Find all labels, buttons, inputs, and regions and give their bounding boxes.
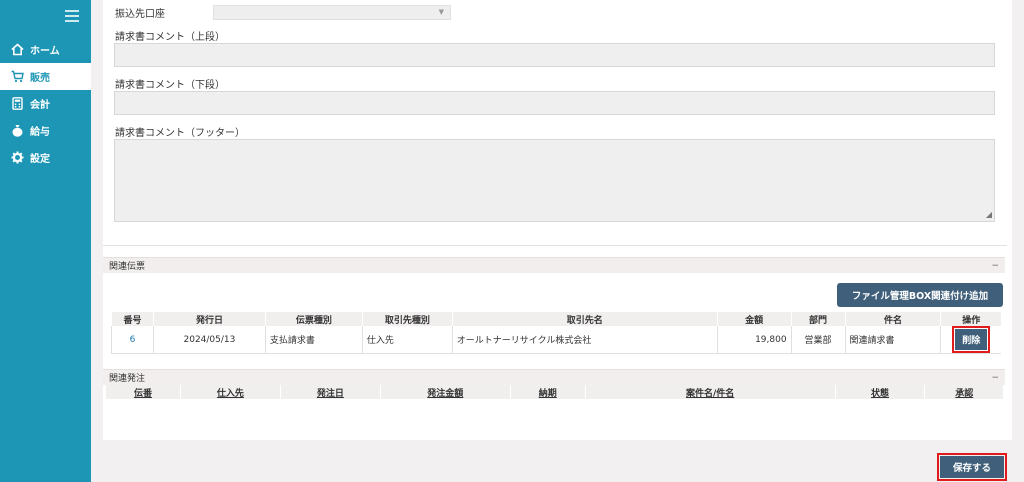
sidebar-item-label: ホーム (30, 46, 60, 57)
subject: 関連請求書 (844, 326, 941, 354)
content-panel: 振込先口座 ▼ 請求書コメント（上段） 請求書コメント（下段） 請求書コメント（… (103, 0, 1012, 440)
bank-account-row: 振込先口座 ▼ (115, 5, 451, 20)
comment-bottom-label: 請求書コメント（下段） (115, 80, 225, 91)
related-slips-header: 関連伝票 − (103, 257, 1005, 273)
comment-footer-textarea[interactable]: ◢ (114, 139, 995, 222)
column-header: 取引先名 (451, 312, 718, 326)
column-header: 金額 (716, 312, 792, 326)
related-orders-title: 関連発注 (109, 374, 146, 384)
table-header-row: 伝番 仕入先 発注日 発注金額 納期 案件名/件名 状態 承認 (105, 385, 1003, 399)
bank-account-select[interactable]: ▼ (213, 5, 451, 20)
resize-handle-icon[interactable]: ◢ (986, 210, 992, 219)
sidebar-item-sales[interactable]: 販売 (0, 63, 91, 90)
cart-icon (10, 70, 24, 84)
column-header: 部門 (790, 312, 846, 326)
sortable-column-header[interactable]: 納期 (509, 385, 586, 399)
related-orders-panel: 関連発注 − 伝番 仕入先 発注日 発注金額 納期 案件名/件名 状態 承認 (103, 369, 1005, 413)
amount: 19,800 (716, 326, 792, 354)
money-bag-icon (10, 124, 24, 138)
slip-type: 支払請求書 (264, 326, 363, 354)
column-header: 件名 (844, 312, 941, 326)
main-area: 振込先口座 ▼ 請求書コメント（上段） 請求書コメント（下段） 請求書コメント（… (91, 0, 1024, 482)
file-box-link-button[interactable]: ファイル管理BOX関連付け追加 (837, 283, 1003, 307)
calculator-icon (10, 97, 24, 111)
sortable-column-header[interactable]: 状態 (834, 385, 925, 399)
comment-top-input[interactable] (114, 43, 995, 67)
sortable-column-header[interactable]: 発注金額 (379, 385, 511, 399)
save-button[interactable]: 保存する (940, 456, 1004, 478)
column-header: 操作 (940, 312, 1001, 326)
comment-footer-label: 請求書コメント（フッター） (115, 128, 245, 139)
home-icon (10, 43, 24, 57)
sidebar-item-accounting[interactable]: 会計 (0, 90, 91, 117)
menu-toggle-icon[interactable] (65, 10, 79, 22)
table-row: 6 2024/05/13 支払請求書 仕入先 オールトナーリサイクル株式会社 1… (111, 326, 1001, 354)
related-slips-table: 番号 発行日 伝票種別 取引先種別 取引先名 金額 部門 件名 操作 6 202 (111, 312, 1001, 354)
column-header: 番号 (111, 312, 154, 326)
related-orders-table: 伝番 仕入先 発注日 発注金額 納期 案件名/件名 状態 承認 (105, 385, 1003, 399)
bank-account-label: 振込先口座 (115, 9, 165, 20)
comment-top-label: 請求書コメント（上段） (115, 32, 225, 43)
sidebar-nav: ホーム 販売 会計 給与 設定 (0, 36, 91, 171)
column-header: 取引先種別 (361, 312, 453, 326)
delete-highlight: 削除 (952, 326, 991, 353)
sortable-column-header[interactable]: 案件名/件名 (584, 385, 836, 399)
sortable-column-header[interactable]: 伝番 (105, 385, 181, 399)
related-slips-panel: 関連伝票 − ファイル管理BOX関連付け追加 番号 発行日 伝票種別 取引先種別… (103, 257, 1005, 355)
gear-icon (10, 151, 24, 165)
partner-name: オールトナーリサイクル株式会社 (451, 326, 718, 354)
sidebar-item-label: 設定 (30, 154, 50, 165)
sidebar-item-home[interactable]: ホーム (0, 36, 91, 63)
column-header: 伝票種別 (264, 312, 363, 326)
delete-button[interactable]: 削除 (955, 329, 988, 350)
related-orders-header: 関連発注 − (103, 369, 1005, 385)
issue-date: 2024/05/13 (152, 326, 266, 354)
sidebar-item-settings[interactable]: 設定 (0, 144, 91, 171)
sidebar-item-label: 会計 (30, 100, 50, 111)
collapse-icon[interactable]: − (991, 373, 999, 383)
sortable-column-header[interactable]: 承認 (924, 385, 1003, 399)
save-highlight: 保存する (937, 453, 1007, 481)
chevron-down-icon: ▼ (438, 8, 444, 16)
slip-number-link[interactable]: 6 (130, 335, 136, 345)
collapse-icon[interactable]: − (991, 261, 999, 271)
sidebar-item-payroll[interactable]: 給与 (0, 117, 91, 144)
partner-type: 仕入先 (361, 326, 453, 354)
invoice-form: 振込先口座 ▼ 請求書コメント（上段） 請求書コメント（下段） 請求書コメント（… (103, 0, 1007, 246)
sortable-column-header[interactable]: 発注日 (279, 385, 381, 399)
department: 営業部 (790, 326, 846, 354)
sidebar-item-label: 販売 (30, 73, 50, 84)
sortable-column-header[interactable]: 仕入先 (179, 385, 281, 399)
comment-bottom-input[interactable] (114, 91, 995, 115)
sidebar: ホーム 販売 会計 給与 設定 (0, 0, 91, 482)
column-header: 発行日 (152, 312, 266, 326)
related-slips-title: 関連伝票 (109, 262, 146, 272)
table-header-row: 番号 発行日 伝票種別 取引先種別 取引先名 金額 部門 件名 操作 (111, 312, 1001, 326)
sidebar-item-label: 給与 (30, 127, 50, 138)
